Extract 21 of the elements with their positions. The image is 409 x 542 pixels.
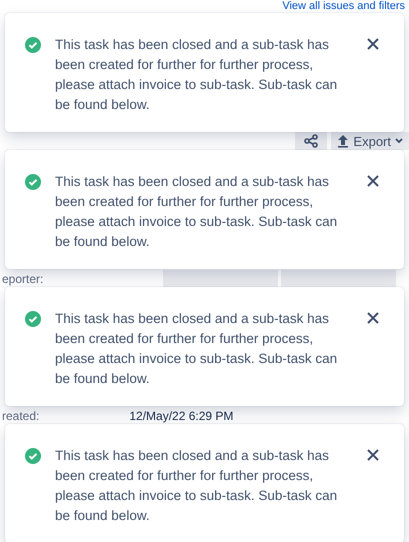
export-button[interactable]: Export	[331, 132, 409, 150]
notification-message: This task has been closed and a sub-task has been created for further for further process, please attach invoice to sub-task. Sub-task can be found below.	[55, 173, 338, 251]
view-issues-link[interactable]: View all issues and filters	[282, 0, 405, 12]
notification-message: This task has been closed and a sub-task has been created for further for further process, please attach invoice to sub-task. Sub-task can be found below.	[55, 447, 338, 525]
close-icon	[367, 449, 379, 461]
chevron-icon	[395, 138, 403, 144]
close-button[interactable]	[365, 36, 381, 52]
close-button[interactable]	[365, 310, 381, 326]
close-icon	[367, 312, 379, 324]
share-icon	[304, 134, 318, 148]
field-value: 12/May/22 6:29 PM	[129, 408, 234, 422]
field-label: reated:	[2, 408, 40, 422]
close-icon	[367, 38, 379, 50]
notification-message: This task has been closed and a sub-task has been created for further for further process, please attach invoice to sub-task. Sub-task can be found below.	[55, 310, 338, 388]
close-button[interactable]	[365, 173, 381, 189]
upload-icon	[337, 134, 350, 148]
field-label: eporter:	[2, 272, 44, 286]
share-button[interactable]	[295, 132, 328, 150]
close-button[interactable]	[365, 447, 381, 463]
close-icon	[367, 175, 379, 187]
notification-message: This task has been closed and a sub-task has been created for further for further process, please attach invoice to sub-task. Sub-task can be found below.	[55, 36, 338, 114]
